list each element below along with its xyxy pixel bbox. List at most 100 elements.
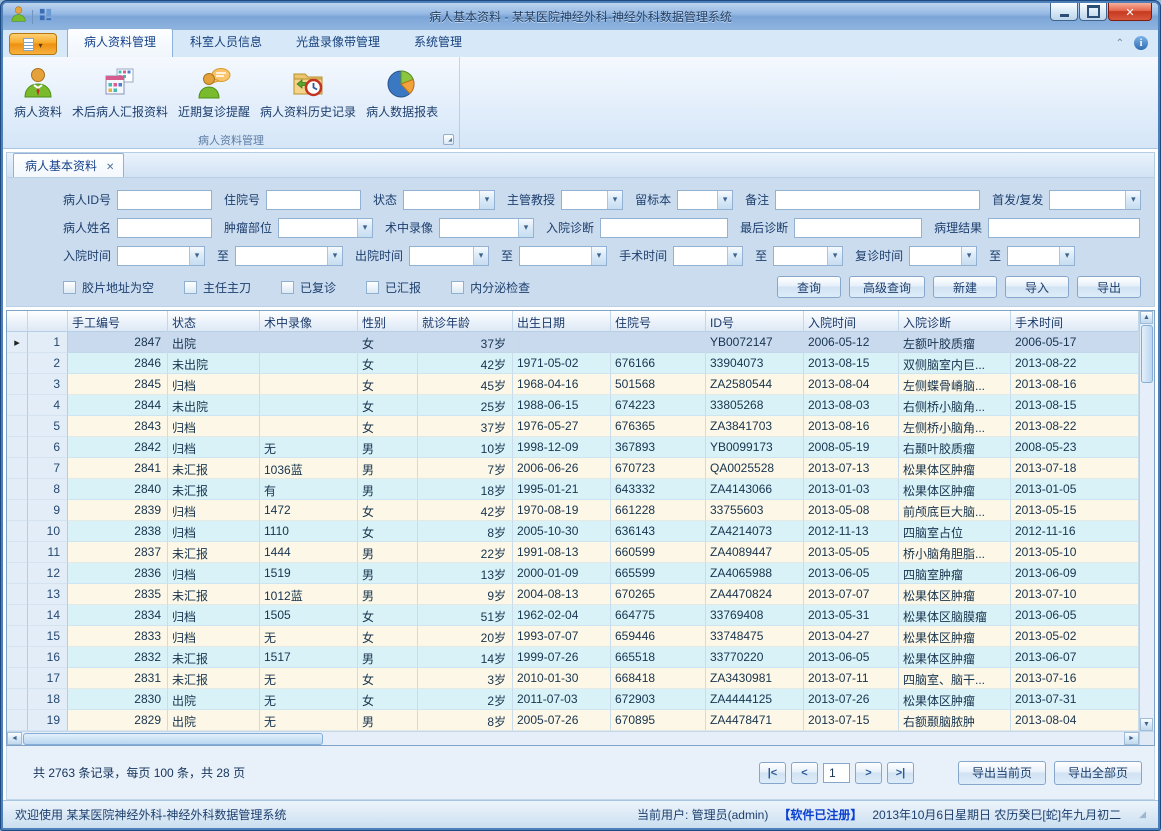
maximize-button[interactable]: [1079, 3, 1107, 21]
page-number-input[interactable]: [823, 763, 850, 783]
scroll-left-icon[interactable]: [7, 732, 22, 745]
ribbon-button[interactable]: 病人数据报表: [361, 62, 443, 123]
chevron-down-icon[interactable]: [827, 247, 842, 265]
table-row[interactable]: 132835未汇报1012蓝男9岁2004-08-13670265ZA44708…: [7, 584, 1139, 605]
table-row[interactable]: 72841未汇报1036蓝男7岁2006-06-26670723QA002552…: [7, 458, 1139, 479]
filter-input[interactable]: [117, 218, 212, 238]
dialog-launcher-icon[interactable]: [443, 134, 454, 145]
table-row[interactable]: 92839归档1472女42岁1970-08-19661228337556032…: [7, 500, 1139, 521]
column-header[interactable]: 手术时间: [1011, 311, 1139, 332]
ribbon-tab-2[interactable]: 科室人员信息: [173, 28, 279, 57]
vertical-scroll-thumb[interactable]: [1141, 325, 1153, 383]
table-row[interactable]: 12847出院女37岁YB00721472006-05-12左额叶胶质瘤2006…: [7, 332, 1139, 353]
table-row[interactable]: 32845归档女45岁1968-04-16501568ZA25805442013…: [7, 374, 1139, 395]
table-row[interactable]: 142834归档1505女51岁1962-02-0466477533769408…: [7, 605, 1139, 626]
filter-input[interactable]: [775, 190, 980, 210]
filter-select[interactable]: [409, 246, 489, 266]
filter-select[interactable]: [673, 246, 743, 266]
filter-input[interactable]: [266, 190, 361, 210]
app-logo-icon[interactable]: [9, 5, 27, 28]
window-layout-icon[interactable]: [38, 7, 53, 27]
filter-select[interactable]: [278, 218, 373, 238]
filter-input[interactable]: [988, 218, 1140, 238]
filter-select[interactable]: [561, 190, 623, 210]
app-menu-button[interactable]: [9, 33, 57, 55]
column-header[interactable]: 术中录像: [260, 311, 358, 332]
horizontal-scroll-thumb[interactable]: [23, 733, 323, 745]
scroll-up-icon[interactable]: [1140, 311, 1153, 324]
resize-grip-icon[interactable]: [1139, 809, 1146, 820]
filter-input[interactable]: [794, 218, 922, 238]
column-header[interactable]: 住院号: [611, 311, 706, 332]
scroll-right-icon[interactable]: [1124, 732, 1139, 745]
export-button[interactable]: 导出: [1077, 276, 1141, 298]
filter-select[interactable]: [403, 190, 495, 210]
export-all-pages-button[interactable]: 导出全部页: [1054, 761, 1142, 785]
filter-select[interactable]: [519, 246, 607, 266]
collapse-ribbon-icon[interactable]: [1116, 38, 1124, 49]
checkbox-icon[interactable]: [451, 281, 464, 294]
filter-select[interactable]: [1049, 190, 1141, 210]
filter-checkbox[interactable]: 内分泌检查: [451, 279, 530, 296]
ribbon-tab-3[interactable]: 光盘录像带管理: [279, 28, 397, 57]
table-row[interactable]: 152833归档无女20岁1993-07-0765944633748475201…: [7, 626, 1139, 647]
table-row[interactable]: 82840未汇报有男18岁1995-01-21643332ZA414306620…: [7, 479, 1139, 500]
tab-close-icon[interactable]: [106, 159, 114, 173]
filter-checkbox[interactable]: 已汇报: [366, 279, 421, 296]
filter-select[interactable]: [909, 246, 977, 266]
filter-select[interactable]: [117, 246, 205, 266]
export-current-page-button[interactable]: 导出当前页: [958, 761, 1046, 785]
table-row[interactable]: 112837未汇报1444男22岁1991-08-13660599ZA40894…: [7, 542, 1139, 563]
chevron-down-icon[interactable]: [717, 191, 732, 209]
scroll-down-icon[interactable]: [1140, 718, 1153, 731]
chevron-down-icon[interactable]: [189, 247, 204, 265]
vertical-scrollbar[interactable]: [1139, 311, 1154, 745]
prev-page-button[interactable]: <: [791, 762, 818, 784]
filter-checkbox[interactable]: 已复诊: [281, 279, 336, 296]
chevron-down-icon[interactable]: [357, 219, 372, 237]
filter-checkbox[interactable]: 胶片地址为空: [63, 279, 154, 296]
table-row[interactable]: 102838归档1110女8岁2005-10-30636143ZA4214073…: [7, 521, 1139, 542]
column-header[interactable]: 入院诊断: [899, 311, 1011, 332]
info-icon[interactable]: [1134, 36, 1148, 50]
column-header[interactable]: 入院时间: [804, 311, 899, 332]
last-page-button[interactable]: >|: [887, 762, 914, 784]
next-page-button[interactable]: >: [855, 762, 882, 784]
table-row[interactable]: 192829出院无男8岁2005-07-26670895ZA4478471201…: [7, 710, 1139, 731]
table-row[interactable]: 42844未出院女25岁1988-06-15674223338052682013…: [7, 395, 1139, 416]
ribbon-tab-1[interactable]: 病人资料管理: [67, 28, 173, 57]
chevron-down-icon[interactable]: [327, 247, 342, 265]
filter-select[interactable]: [677, 190, 733, 210]
checkbox-icon[interactable]: [281, 281, 294, 294]
minimize-button[interactable]: [1050, 3, 1078, 21]
column-header[interactable]: 手工编号: [68, 311, 168, 332]
table-row[interactable]: 182830出院无女2岁2011-07-03672903ZA4444125201…: [7, 689, 1139, 710]
chevron-down-icon[interactable]: [473, 247, 488, 265]
close-button[interactable]: [1108, 3, 1152, 21]
ribbon-button[interactable]: 术后病人汇报资料: [67, 62, 173, 123]
ribbon-button[interactable]: 病人资料: [9, 62, 67, 123]
chevron-down-icon[interactable]: [1059, 247, 1074, 265]
table-row[interactable]: 62842归档无男10岁1998-12-09367893YB0099173200…: [7, 437, 1139, 458]
vertical-scroll-track[interactable]: [1140, 384, 1154, 718]
filter-input[interactable]: [600, 218, 728, 238]
chevron-down-icon[interactable]: [961, 247, 976, 265]
column-header[interactable]: 就诊年龄: [418, 311, 513, 332]
ribbon-tab-4[interactable]: 系统管理: [397, 28, 479, 57]
advanced-search-button[interactable]: 高级查询: [849, 276, 925, 298]
filter-select[interactable]: [235, 246, 343, 266]
filter-select[interactable]: [1007, 246, 1075, 266]
table-row[interactable]: 162832未汇报1517男14岁1999-07-266655183377022…: [7, 647, 1139, 668]
chevron-down-icon[interactable]: [591, 247, 606, 265]
ribbon-button[interactable]: 近期复诊提醒: [173, 62, 255, 123]
column-header[interactable]: 状态: [168, 311, 260, 332]
filter-select[interactable]: [439, 218, 534, 238]
registration-status-link[interactable]: 【软件已注册】: [778, 806, 862, 823]
new-button[interactable]: 新建: [933, 276, 997, 298]
column-header[interactable]: 出生日期: [513, 311, 611, 332]
table-row[interactable]: 122836归档1519男13岁2000-01-09665599ZA406598…: [7, 563, 1139, 584]
horizontal-scrollbar[interactable]: [7, 731, 1139, 745]
import-button[interactable]: 导入: [1005, 276, 1069, 298]
ribbon-button[interactable]: 病人资料历史记录: [255, 62, 361, 123]
tab-patient-basic-info[interactable]: 病人基本资料: [13, 153, 124, 177]
